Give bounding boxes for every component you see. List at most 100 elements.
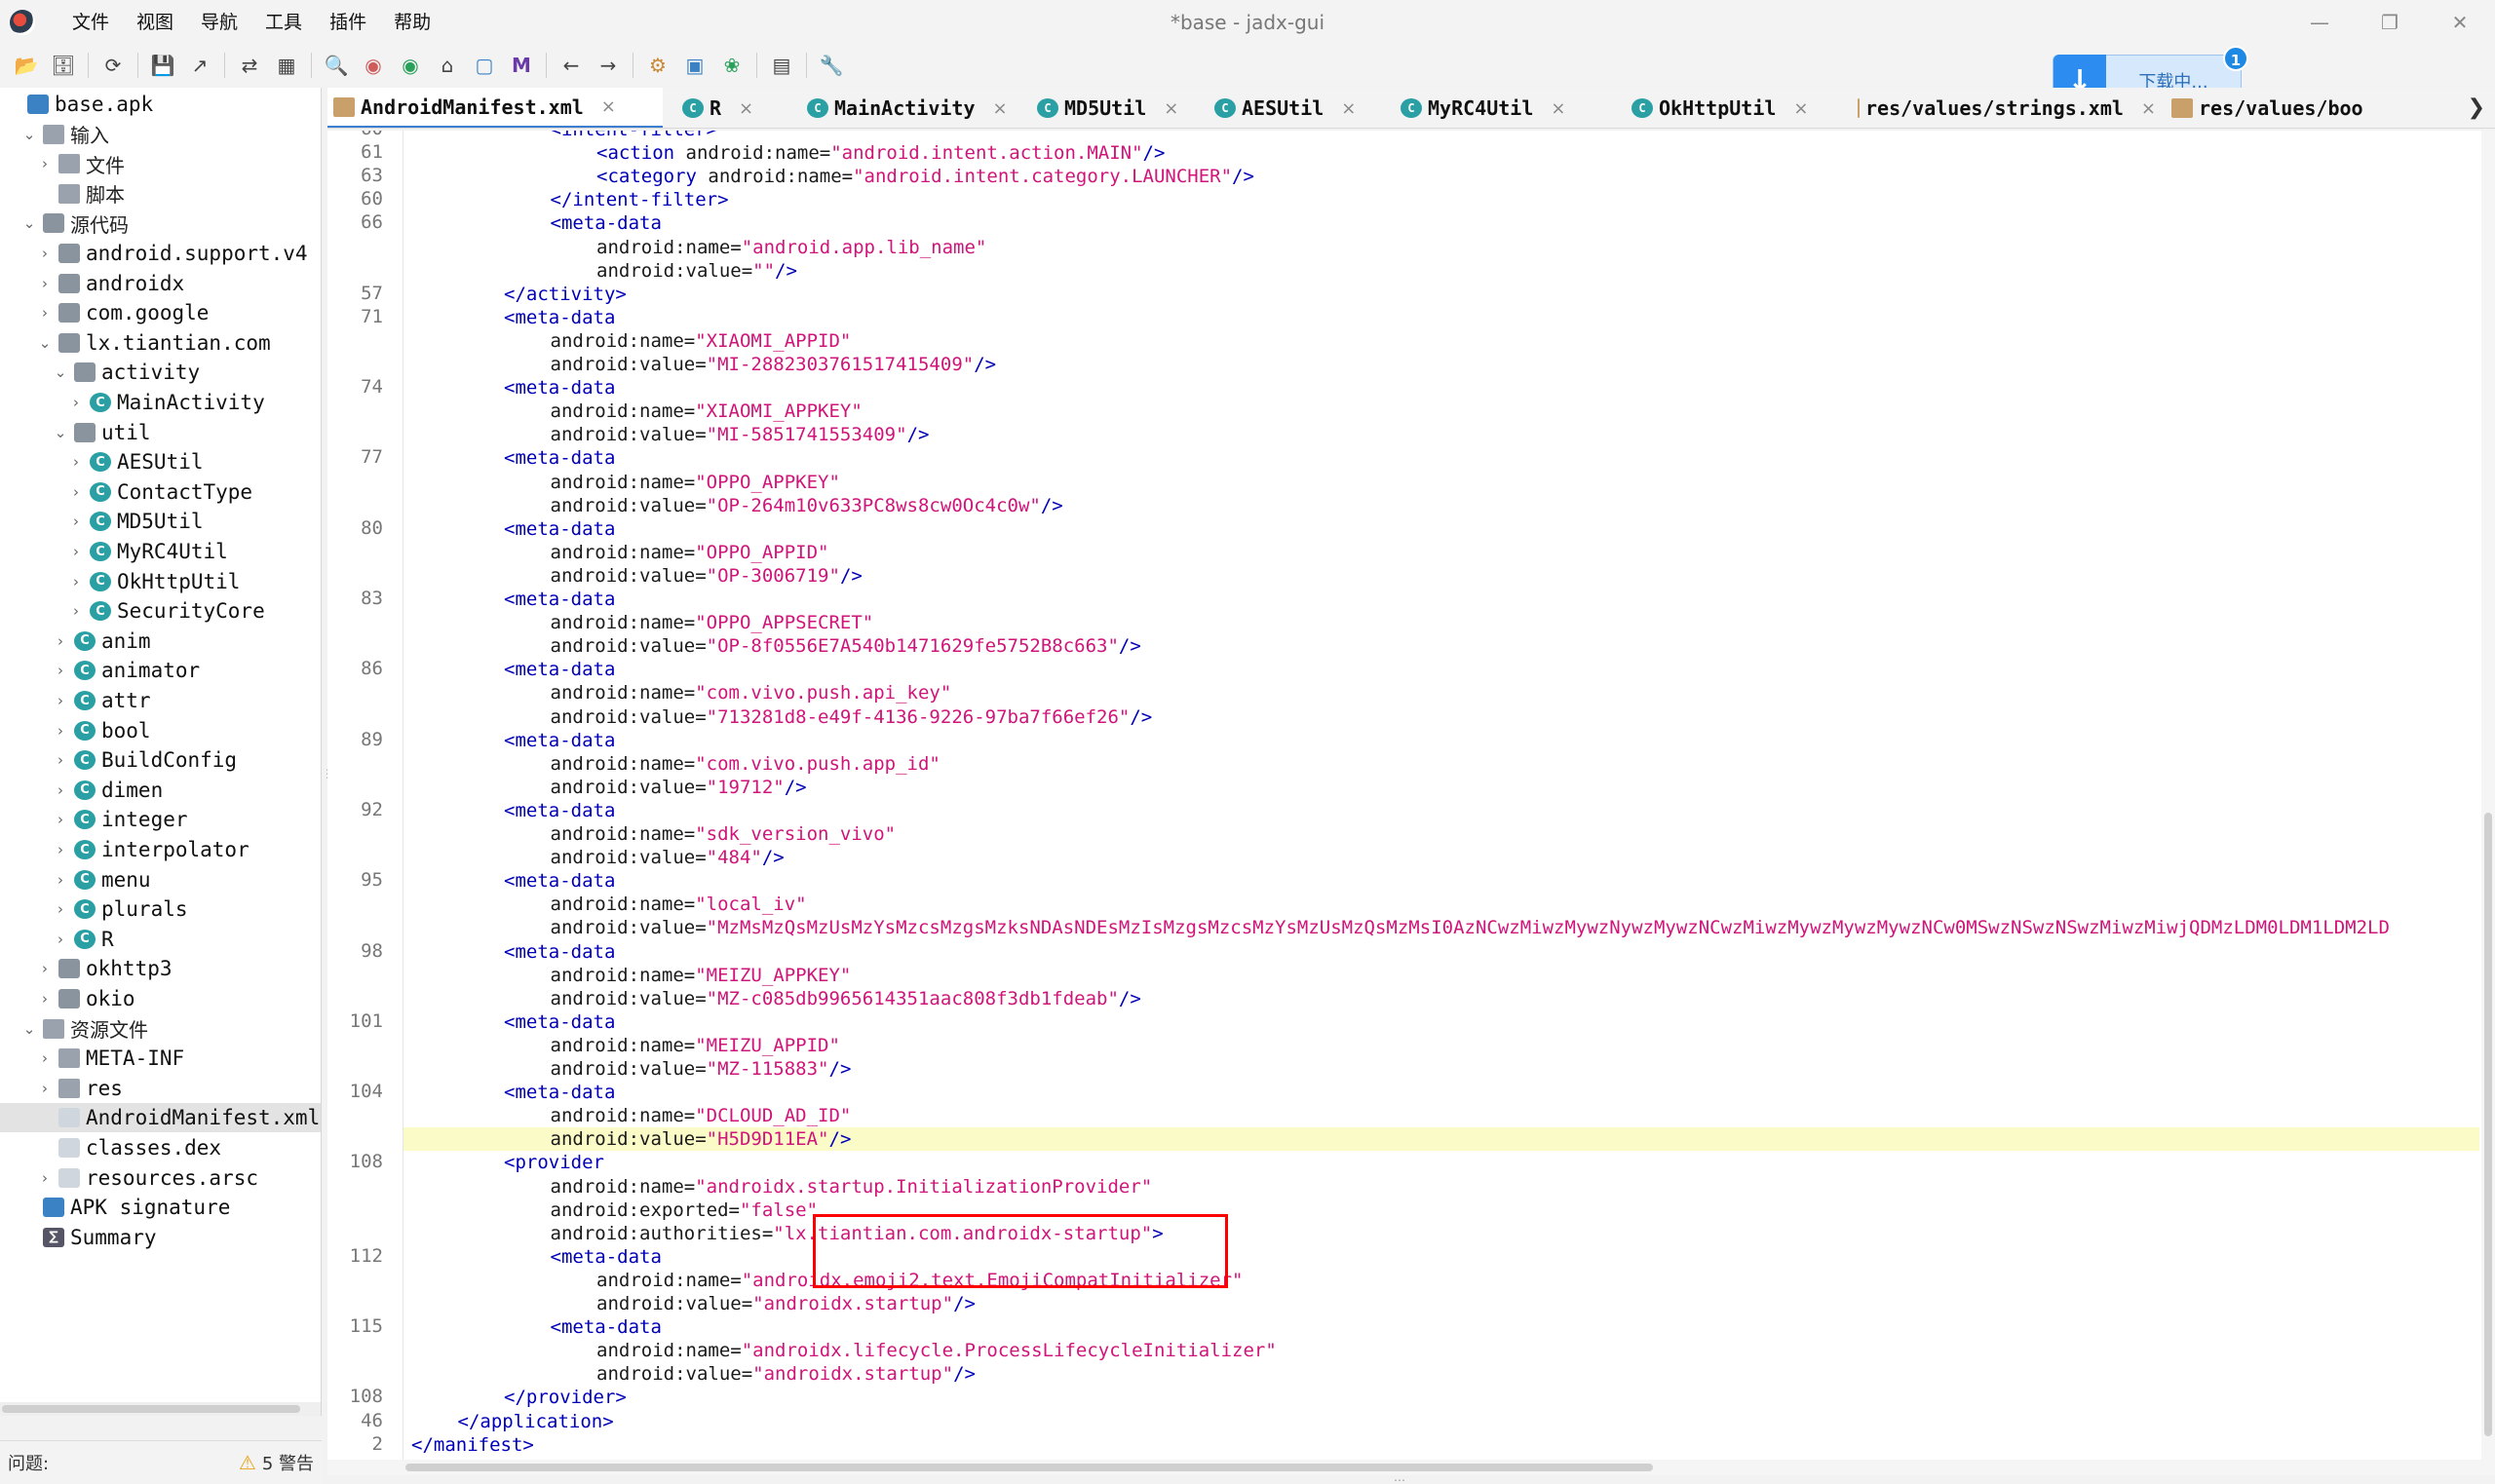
tab-8[interactable]: res/values/boo	[2166, 88, 2487, 128]
code-line[interactable]: <action android:name="android.intent.act…	[403, 141, 1165, 165]
menu-view[interactable]: 视图	[123, 0, 187, 45]
chevron-right-icon[interactable]: ›	[51, 722, 70, 740]
chevron-right-icon[interactable]: ›	[35, 1080, 55, 1097]
reload-icon[interactable]: ⟳	[95, 47, 132, 84]
tab-close-icon[interactable]: ×	[601, 96, 616, 117]
tree-item[interactable]: › Cmenu	[0, 865, 321, 894]
open-folder-icon[interactable]: 📂	[8, 47, 45, 84]
tree-item[interactable]: › C OkHttpUtil	[0, 567, 321, 596]
code-line[interactable]: <meta-data	[403, 1081, 615, 1104]
tab-close-icon[interactable]: ×	[2141, 98, 2156, 119]
tree-item[interactable]: › C AESUtil	[0, 447, 321, 476]
add-file-icon[interactable]: 🗄	[45, 47, 82, 84]
code-line[interactable]: android:value="MzMsMzQsMzUsMzYsMzcsMzgsM…	[403, 916, 2390, 939]
warnings-indicator[interactable]: ⚠ 5 警告	[239, 1450, 314, 1475]
code-line[interactable]: android:name="local_iv"	[403, 893, 807, 916]
code-line[interactable]: <meta-data	[403, 446, 615, 470]
log-viewer-icon[interactable]: ▤	[763, 47, 800, 84]
code-line[interactable]: </intent-filter>	[403, 188, 729, 211]
tree-item[interactable]: classes.dex	[0, 1133, 321, 1162]
chevron-down-icon[interactable]: ⌄	[35, 334, 55, 352]
code-editor[interactable]: 6061636066577174778083868992959810110410…	[327, 131, 2495, 1460]
chevron-down-icon[interactable]: ⌄	[51, 424, 70, 441]
code-line[interactable]: android:name="androidx.lifecycle.Process…	[403, 1339, 1277, 1362]
chevron-right-icon[interactable]: ›	[35, 1169, 55, 1187]
find-usage-icon[interactable]: ◉	[392, 47, 429, 84]
back-icon[interactable]: ←	[553, 47, 590, 84]
tree-item[interactable]: APK signature	[0, 1193, 321, 1222]
code-line[interactable]: <meta-data	[403, 1010, 615, 1034]
tab-1[interactable]: C R ×	[676, 88, 793, 128]
chevron-right-icon[interactable]: ›	[66, 602, 86, 620]
tree-item[interactable]: › Cattr	[0, 686, 321, 715]
chevron-right-icon[interactable]: ›	[51, 781, 70, 799]
quark-icon[interactable]: M	[503, 47, 540, 84]
chevron-down-icon[interactable]: ⌄	[19, 1020, 39, 1038]
tree-item[interactable]: › C R	[0, 925, 321, 954]
tree-item[interactable]: base.apk	[0, 90, 321, 119]
chevron-right-icon[interactable]: ›	[51, 871, 70, 889]
code-line[interactable]: android:value="19712"/>	[403, 776, 807, 799]
code-line[interactable]: android:value="androidx.startup"/>	[403, 1362, 976, 1386]
debug-icon[interactable]: ❀	[713, 47, 750, 84]
code-line[interactable]: android:value="484"/>	[403, 846, 785, 869]
chevron-down-icon[interactable]: ⌄	[19, 126, 39, 143]
scrollbar-thumb[interactable]	[405, 1464, 1653, 1471]
search-icon[interactable]: 🔍	[318, 47, 355, 84]
code-line[interactable]: android:value="MI-5851741553409"/>	[403, 423, 930, 446]
scrollbar-thumb[interactable]	[2484, 813, 2492, 1436]
tab-2[interactable]: C MainActivity ×	[801, 88, 1021, 128]
code-line[interactable]: android:name="OPPO_APPSECRET"	[403, 611, 874, 634]
code-line[interactable]: </manifest>	[403, 1433, 534, 1457]
code-line[interactable]: android:authorities="lx.tiantian.com.and…	[403, 1222, 1164, 1245]
chevron-right-icon[interactable]: ›	[51, 662, 70, 679]
tree-item[interactable]: › C MyRC4Util	[0, 537, 321, 566]
chevron-down-icon[interactable]: ⌄	[51, 363, 70, 381]
tree-item[interactable]: › androidx	[0, 269, 321, 298]
code-line[interactable]: android:name="androidx.emoji2.text.Emoji…	[403, 1269, 1243, 1292]
chevron-right-icon[interactable]: ›	[66, 573, 86, 590]
tree-item[interactable]: › Canimator	[0, 656, 321, 685]
sync-icon[interactable]: ⇄	[231, 47, 268, 84]
code-line[interactable]: android:value="713281d8-e49f-4136-9226-9…	[403, 705, 1153, 729]
tree-horizontal-scrollbar[interactable]	[0, 1402, 321, 1416]
tree-item[interactable]: ⌄ lx.tiantian.com	[0, 328, 321, 358]
menu-help[interactable]: 帮助	[380, 0, 444, 45]
tree-item[interactable]: › C SecurityCore	[0, 596, 321, 626]
tab-0[interactable]: AndroidManifest.xml ×	[327, 88, 663, 128]
code-line[interactable]: android:value="MI-2882303761517415409"/>	[403, 353, 997, 376]
code-line[interactable]: <provider	[403, 1151, 604, 1174]
code-line[interactable]: <meta-data	[403, 869, 615, 893]
preferences-icon[interactable]: 🔧	[813, 47, 850, 84]
tree-item[interactable]: ⌄ util	[0, 418, 321, 447]
find-class-icon[interactable]: ◉	[355, 47, 392, 84]
flatten-icon[interactable]: ▦	[268, 47, 305, 84]
tab-close-icon[interactable]: ×	[739, 98, 753, 119]
tree-item[interactable]: ⌄ activity	[0, 358, 321, 387]
chevron-right-icon[interactable]: ›	[66, 394, 86, 411]
chevron-right-icon[interactable]: ›	[66, 513, 86, 530]
scrollbar-thumb[interactable]	[2, 1405, 300, 1413]
menu-navigation[interactable]: 导航	[187, 0, 251, 45]
code-line[interactable]: android:name="sdk_version_vivo"	[403, 822, 897, 846]
tree-item[interactable]: › C MainActivity	[0, 388, 321, 417]
code-line[interactable]: android:name="androidx.startup.Initializ…	[403, 1175, 1153, 1199]
code-line[interactable]: android:value="MZ-115883"/>	[403, 1057, 852, 1081]
code-line[interactable]: </activity>	[403, 283, 627, 306]
code-line[interactable]: android:name="MEIZU_APPKEY"	[403, 964, 852, 987]
tab-close-icon[interactable]: ×	[1164, 98, 1178, 119]
chevron-right-icon[interactable]: ›	[66, 453, 86, 471]
code-line[interactable]: android:name="com.vivo.push.app_id"	[403, 752, 940, 776]
menu-plugins[interactable]: 插件	[316, 0, 380, 45]
chevron-right-icon[interactable]: ›	[66, 483, 86, 501]
code-line[interactable]: <meta-data	[403, 376, 615, 400]
home-icon[interactable]: ⌂	[429, 47, 466, 84]
code-line[interactable]: android:name="XIAOMI_APPID"	[403, 329, 852, 353]
tree-item[interactable]: › Cplurals	[0, 894, 321, 924]
code-line[interactable]: android:value=""/>	[403, 259, 797, 283]
tree-item[interactable]: › C ContactType	[0, 477, 321, 507]
tab-3[interactable]: C MD5Util ×	[1031, 88, 1199, 128]
chevron-right-icon[interactable]: ›	[51, 900, 70, 918]
tree-item[interactable]: ⌄ 源代码	[0, 209, 321, 238]
deobfuscate-icon[interactable]: ▣	[676, 47, 713, 84]
